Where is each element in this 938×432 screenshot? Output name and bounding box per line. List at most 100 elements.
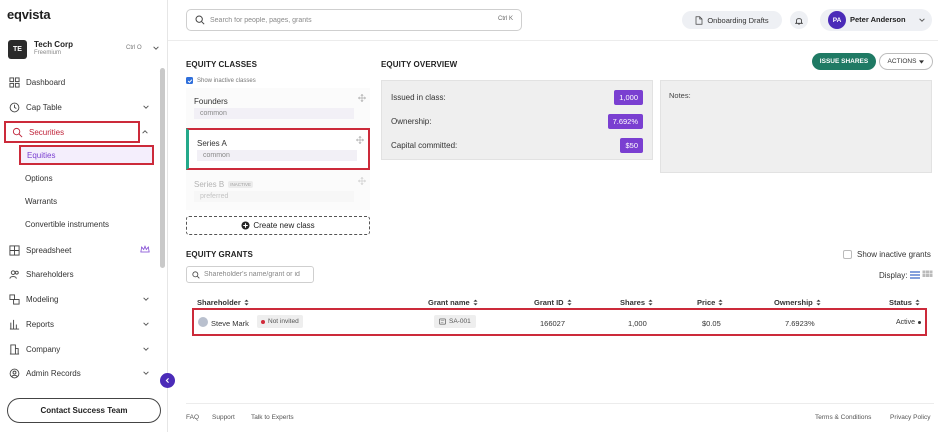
sidebar-item-securities[interactable]: Securities [4, 121, 140, 143]
sidebar-subitem-warrants[interactable]: Warrants [19, 191, 154, 211]
global-search-input[interactable] [210, 16, 460, 24]
grant-id: 166027 [540, 319, 566, 328]
certificate-icon [439, 318, 446, 325]
sidebar-item-label: Spreadsheet [26, 245, 72, 255]
column-header-price[interactable]: Price [697, 298, 723, 307]
brand-logo[interactable]: eqvista [7, 7, 51, 22]
column-header-label: Shareholder [197, 298, 241, 307]
chevron-down-icon [142, 345, 150, 353]
search-icon [192, 270, 200, 279]
sidebar-item-reports[interactable]: Reports [8, 315, 156, 333]
collapse-sidebar-button[interactable] [160, 373, 175, 388]
clock-icon [8, 101, 20, 113]
grants-search-input[interactable] [204, 271, 309, 278]
sidebar-item-label: Modeling [26, 294, 59, 304]
drag-handle-icon[interactable] [356, 136, 364, 144]
spreadsheet-icon [8, 244, 20, 256]
show-inactive-grants-checkbox[interactable]: Show inactive grants [843, 250, 931, 259]
column-header-grant-name[interactable]: Grant name [428, 298, 478, 307]
chevron-down-icon [142, 369, 150, 377]
column-header-label: Ownership [774, 298, 813, 307]
footer-link-support[interactable]: Support [212, 414, 235, 421]
sidebar-item-label: Cap Table [26, 102, 62, 112]
equity-overview-panel: Issued in class: 1,000 Ownership: 7.692%… [381, 80, 653, 160]
footer-link-terms[interactable]: Terms & Conditions [815, 414, 871, 421]
issued-in-class-value: 1,000 [614, 90, 643, 105]
notes-panel[interactable]: Notes: [660, 80, 932, 173]
securities-icon [11, 126, 23, 138]
column-header-label: Grant name [428, 298, 470, 307]
show-inactive-classes-checkbox[interactable]: Show inactive classes [186, 77, 256, 84]
contact-success-team-button[interactable]: Contact Success Team [7, 398, 161, 423]
column-header-grant-id[interactable]: Grant ID [534, 298, 572, 307]
sidebar-item-admin-records[interactable]: Admin Records [8, 364, 156, 382]
column-header-label: Shares [620, 298, 646, 307]
class-card-series-a[interactable]: Series A common [186, 128, 370, 170]
sidebar-item-shareholders[interactable]: Shareholders [8, 265, 156, 283]
equity-classes-title: EQUITY CLASSES [186, 60, 258, 69]
equity-grants-title: EQUITY GRANTS [186, 250, 253, 259]
column-header-shares[interactable]: Shares [620, 298, 653, 307]
actions-label: ACTIONS [887, 58, 917, 65]
sidebar-item-spreadsheet[interactable]: Spreadsheet [8, 241, 156, 259]
sidebar-subitem-options[interactable]: Options [19, 168, 154, 188]
sort-icon [567, 299, 572, 306]
footer-link-talk-to-experts[interactable]: Talk to Experts [251, 414, 294, 421]
equity-overview-title: EQUITY OVERVIEW [381, 60, 458, 69]
column-header-ownership[interactable]: Ownership [774, 298, 821, 307]
chevron-down-icon [918, 16, 926, 24]
class-type: common [197, 150, 357, 161]
create-new-class-button[interactable]: Create new class [186, 216, 370, 235]
global-search[interactable]: Ctrl K [186, 9, 522, 31]
header-divider [168, 40, 938, 41]
grant-status[interactable]: Active [896, 319, 921, 326]
sidebar-scrollbar[interactable] [160, 68, 165, 268]
class-card-series-b[interactable]: Series B INACTIVE preferred [186, 171, 370, 210]
class-type: preferred [194, 191, 354, 202]
issue-shares-button[interactable]: ISSUE SHARES [812, 53, 876, 70]
drag-handle-icon[interactable] [358, 94, 366, 102]
show-inactive-grants-label: Show inactive grants [857, 250, 931, 259]
invite-status-badge: Not invited [257, 315, 303, 328]
sidebar-subitem-label: Options [25, 173, 53, 183]
class-type: common [194, 108, 354, 119]
actions-button[interactable]: ACTIONS [879, 53, 933, 70]
drag-handle-icon[interactable] [358, 177, 366, 185]
invite-status-label: Not invited [268, 318, 299, 325]
ownership-label: Ownership: [391, 117, 432, 126]
chevron-down-icon [142, 320, 150, 328]
list-view-icon[interactable] [909, 270, 921, 280]
sidebar-subitem-equities[interactable]: Equities [19, 145, 154, 165]
sidebar-item-label: Company [26, 344, 61, 354]
user-menu[interactable]: PA Peter Anderson [820, 9, 932, 31]
grid-view-icon[interactable] [922, 270, 933, 280]
sort-icon [718, 299, 723, 306]
shareholder-name[interactable]: Steve Mark [211, 319, 249, 328]
column-header-status[interactable]: Status [889, 298, 920, 307]
column-header-shareholder[interactable]: Shareholder [197, 298, 249, 307]
chevron-up-icon[interactable] [141, 128, 149, 136]
display-label: Display: [879, 271, 908, 280]
document-icon [695, 15, 703, 25]
grant-name-badge[interactable]: SA-001 [434, 315, 476, 328]
class-name-text: Series B [194, 180, 225, 189]
onboarding-drafts-button[interactable]: Onboarding Drafts [682, 11, 782, 29]
capital-committed-value: $50 [620, 138, 643, 153]
footer-link-privacy[interactable]: Privacy Policy [890, 414, 930, 421]
sidebar-item-company[interactable]: Company [8, 340, 156, 358]
column-header-label: Grant ID [534, 298, 564, 307]
notifications-button[interactable] [790, 11, 808, 29]
class-card-founders[interactable]: Founders common [186, 88, 370, 127]
price-value: $0.05 [702, 319, 721, 328]
show-inactive-classes-label: Show inactive classes [197, 77, 256, 84]
admin-records-icon [8, 367, 20, 379]
sidebar-item-label: Admin Records [26, 368, 81, 378]
footer-link-faq[interactable]: FAQ [186, 414, 199, 421]
grants-search[interactable] [186, 266, 314, 283]
table-row[interactable]: Steve Mark Not invited SA-001 166027 1,0… [192, 308, 927, 336]
sidebar-item-dashboard[interactable]: Dashboard [8, 73, 156, 91]
ownership-value: 7.692% [607, 114, 643, 129]
sidebar-item-modeling[interactable]: Modeling [8, 290, 156, 308]
sidebar-subitem-convertible-instruments[interactable]: Convertible instruments [19, 214, 154, 234]
sidebar-item-cap-table[interactable]: Cap Table [8, 98, 156, 116]
